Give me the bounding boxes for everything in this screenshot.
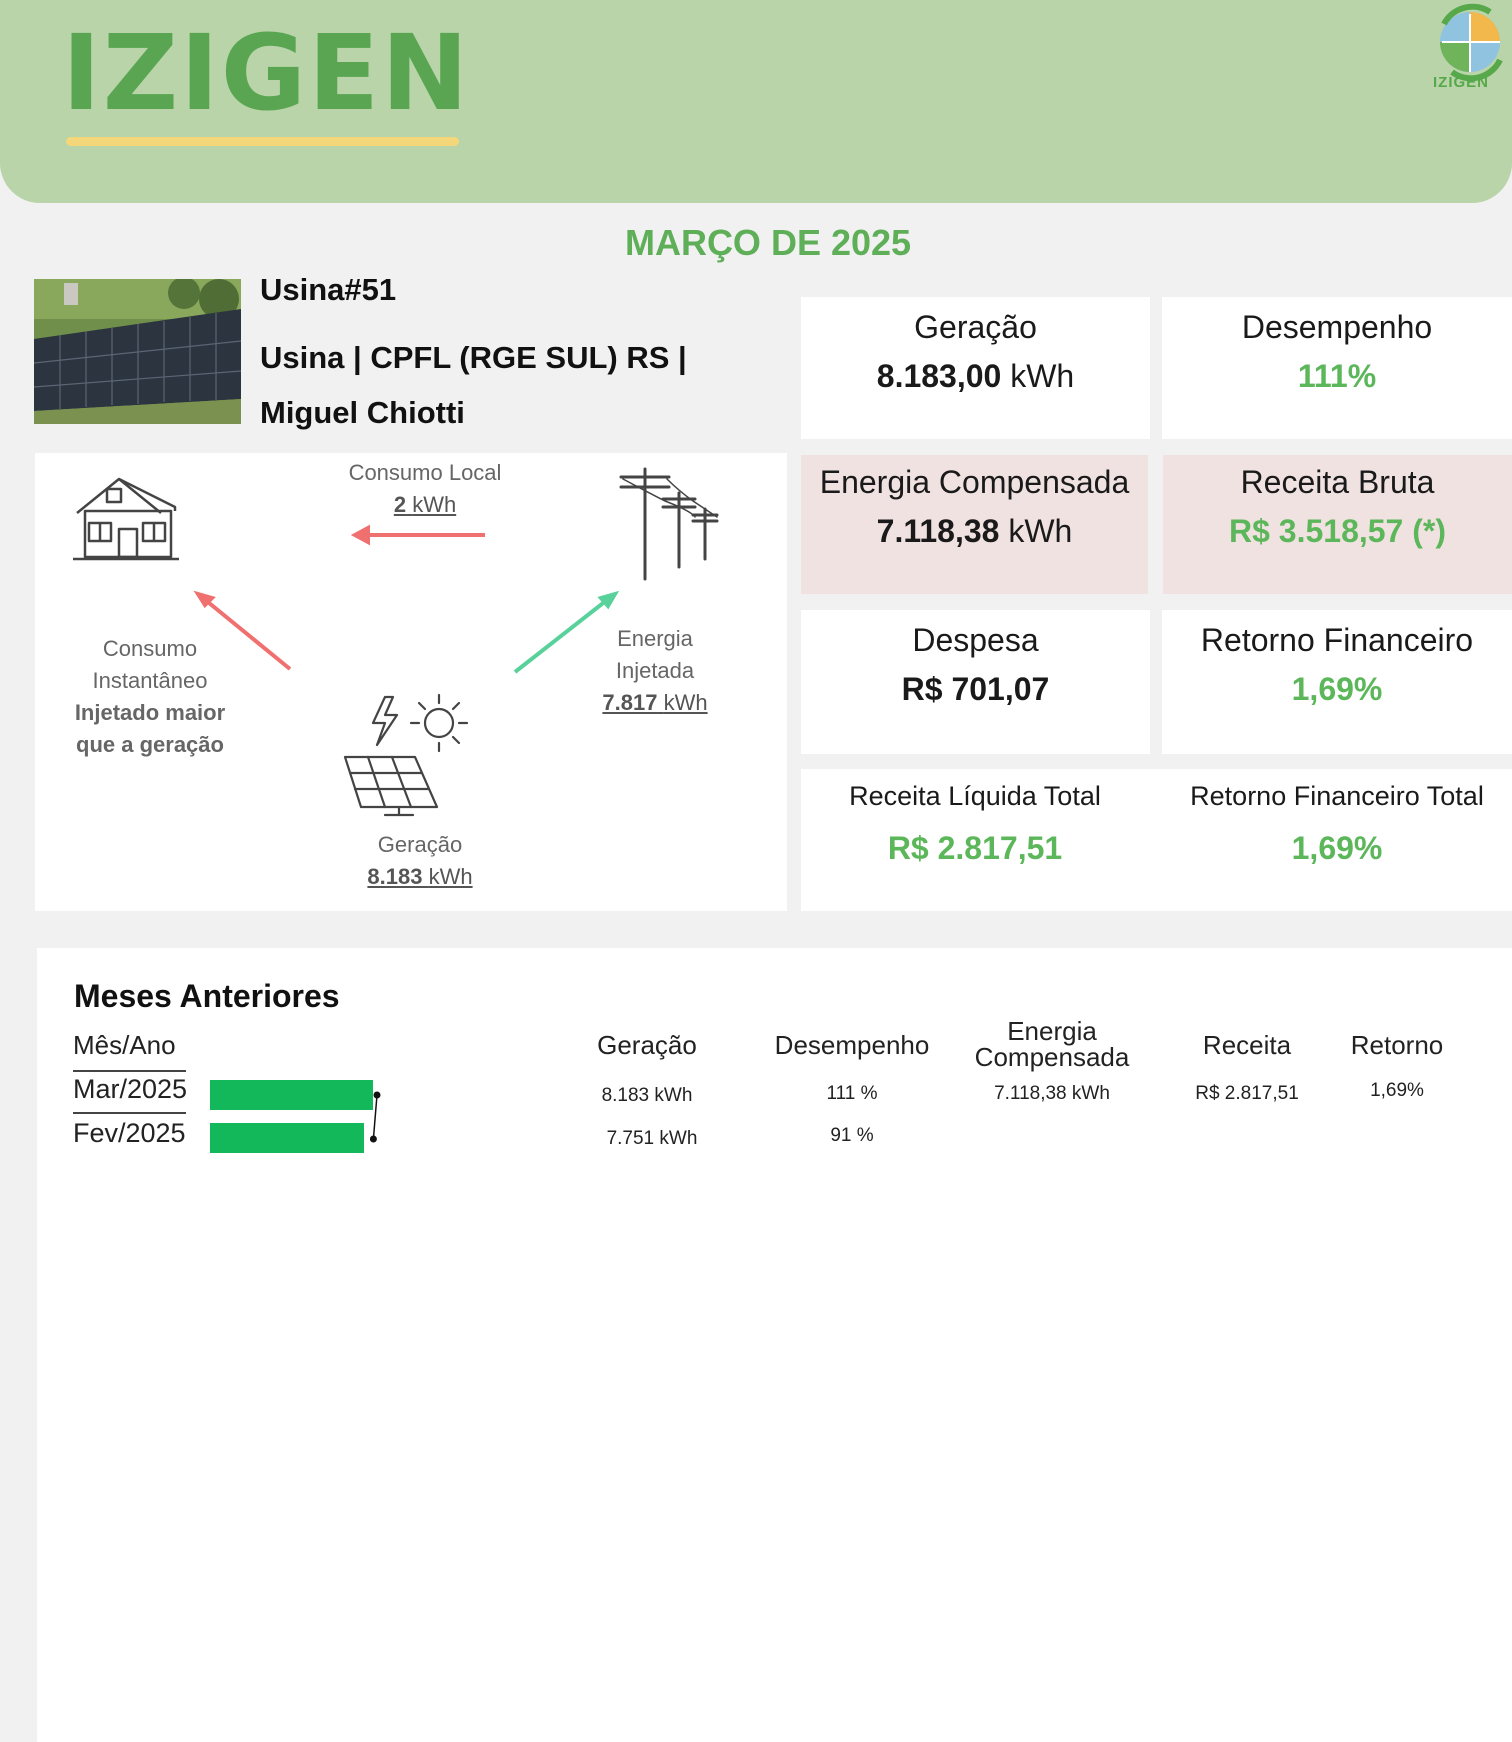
card-retorno-financeiro-value: 1,69%	[1291, 671, 1383, 707]
card-geracao-number: 8.183,00	[876, 358, 1002, 394]
flow-consumo-inst-line1: Consumo	[102, 636, 198, 661]
card-receita-bruta-label: Receita Bruta	[1240, 464, 1435, 500]
flow-energia-injetada-line2: Injetada	[615, 658, 695, 683]
cell-retorno: 1,69%	[1370, 1080, 1424, 1101]
flow-consumo-inst-note2: que a geração	[76, 732, 224, 757]
logo-caption: IZIGEN	[1433, 74, 1490, 91]
col-energia-compensada: Energia Compensada	[962, 1018, 1142, 1070]
flow-energia-injetada: Energia Injetada 7.817 kWh	[565, 623, 745, 719]
card-energia-compensada-number: 7.118,38	[876, 513, 1000, 549]
plant-name-line1: Usina | CPFL (RGE SUL) RS |	[260, 340, 687, 375]
cell-receita: R$ 2.817,51	[1195, 1083, 1299, 1104]
card-desempenho-value: 111%	[1297, 358, 1377, 394]
cell-desempenho: 111 %	[826, 1083, 878, 1104]
card-geracao: Geração 8.183,00 kWh	[801, 297, 1150, 439]
card-retorno-financeiro: Retorno Financeiro 1,69%	[1162, 610, 1512, 754]
col-receita: Receita	[1202, 1030, 1292, 1060]
card-receita-liquida-row: Receita Líquida Total R$ 2.817,51 Retorn…	[801, 769, 1512, 911]
arrow-head-consumo-local	[350, 524, 370, 546]
flow-consumo-local-value: 2 kWh	[305, 489, 545, 521]
col-geracao: Geração	[597, 1030, 697, 1060]
brand-underline	[66, 137, 459, 146]
card-geracao-unit: kWh	[1010, 358, 1075, 394]
card-receita-liquida-total: Receita Líquida Total R$ 2.817,51	[801, 781, 1149, 867]
plant-id: Usina#51	[260, 272, 397, 307]
flow-geracao: Geração 8.183 kWh	[325, 829, 515, 893]
flow-consumo-local-number: 2	[393, 492, 407, 517]
cell-geracao: 8.183 kWh	[601, 1085, 693, 1106]
flow-energia-injetada-unit: kWh	[663, 690, 708, 715]
energy-flow-panel: Consumo Local 2 kWh Consumo Instantâneo …	[35, 453, 787, 911]
card-retorno-total-value: 1,69%	[1291, 830, 1383, 866]
card-retorno-financeiro-total: Retorno Financeiro Total 1,69%	[1162, 781, 1512, 867]
card-receita-liquida-label: Receita Líquida Total	[849, 781, 1101, 811]
flow-geracao-label: Geração	[377, 832, 463, 857]
brand-wordmark: IZIGEN	[62, 12, 471, 134]
flow-energia-injetada-value: 7.817 kWh	[565, 687, 745, 719]
card-desempenho-label: Desempenho	[1241, 309, 1433, 345]
card-retorno-financeiro-label: Retorno Financeiro	[1200, 622, 1474, 658]
history-trend-line	[369, 1091, 381, 1143]
flow-consumo-instantaneo: Consumo Instantâneo Injetado maior que a…	[45, 633, 255, 761]
card-despesa: Despesa R$ 701,07	[801, 610, 1150, 754]
card-despesa-value: R$ 701,07	[901, 671, 1050, 707]
card-receita-liquida-value: R$ 2.817,51	[887, 830, 1063, 866]
cell-geracao: 7.751 kWh	[606, 1128, 698, 1149]
flow-consumo-local: Consumo Local 2 kWh	[305, 457, 545, 521]
flow-consumo-inst-line2: Instantâneo	[92, 668, 208, 693]
flow-consumo-local-label: Consumo Local	[348, 460, 502, 485]
plant-name-line2: Miguel Chiotti	[260, 395, 465, 430]
plant-name: Usina | CPFL (RGE SUL) RS | Miguel Chiot…	[260, 330, 730, 440]
cell-energia: 7.118,38 kWh	[994, 1083, 1110, 1104]
card-desempenho: Desempenho 111%	[1162, 297, 1512, 439]
flow-consumo-local-unit: kWh	[412, 492, 457, 517]
report-month-title: MARÇO DE 2025	[624, 222, 912, 263]
col-energia-line1: Energia	[1007, 1016, 1097, 1046]
card-receita-bruta-value: R$ 3.518,57 (*)	[1228, 513, 1446, 549]
flow-geracao-unit: kWh	[428, 864, 473, 889]
flow-geracao-value: 8.183 kWh	[325, 861, 515, 893]
flow-consumo-inst-note1: Injetado maior	[74, 700, 226, 725]
card-energia-compensada-value: 7.118,38 kWh	[801, 513, 1148, 550]
card-retorno-total-label: Retorno Financeiro Total	[1190, 781, 1484, 811]
trend-segment	[372, 1094, 378, 1140]
trend-point-fev-2025	[369, 1135, 377, 1143]
report-header: IZIGEN	[0, 0, 1512, 203]
card-receita-bruta: Receita Bruta R$ 3.518,57 (*)	[1163, 455, 1512, 594]
cell-desempenho: 91 %	[830, 1125, 874, 1146]
card-despesa-label: Despesa	[912, 622, 1039, 658]
flow-energia-injetada-number: 7.817	[602, 690, 658, 715]
card-energia-compensada-label: Energia Compensada	[819, 464, 1130, 500]
history-section: Meses Anteriores Mês/Ano Geração Desempe…	[37, 948, 1512, 1742]
card-energia-compensada-unit: kWh	[1008, 513, 1073, 549]
col-desempenho: Desempenho	[774, 1030, 930, 1060]
card-energia-compensada: Energia Compensada 7.118,38 kWh	[801, 455, 1148, 594]
col-energia-line2: Compensada	[974, 1042, 1130, 1072]
plant-photo	[34, 279, 241, 424]
trend-point-mar-2025	[373, 1091, 381, 1099]
flow-geracao-number: 8.183	[367, 864, 423, 889]
card-geracao-label: Geração	[914, 309, 1037, 345]
card-geracao-value: 8.183,00 kWh	[801, 358, 1150, 395]
flow-energia-injetada-line1: Energia	[617, 626, 693, 651]
col-retorno: Retorno	[1350, 1030, 1444, 1060]
